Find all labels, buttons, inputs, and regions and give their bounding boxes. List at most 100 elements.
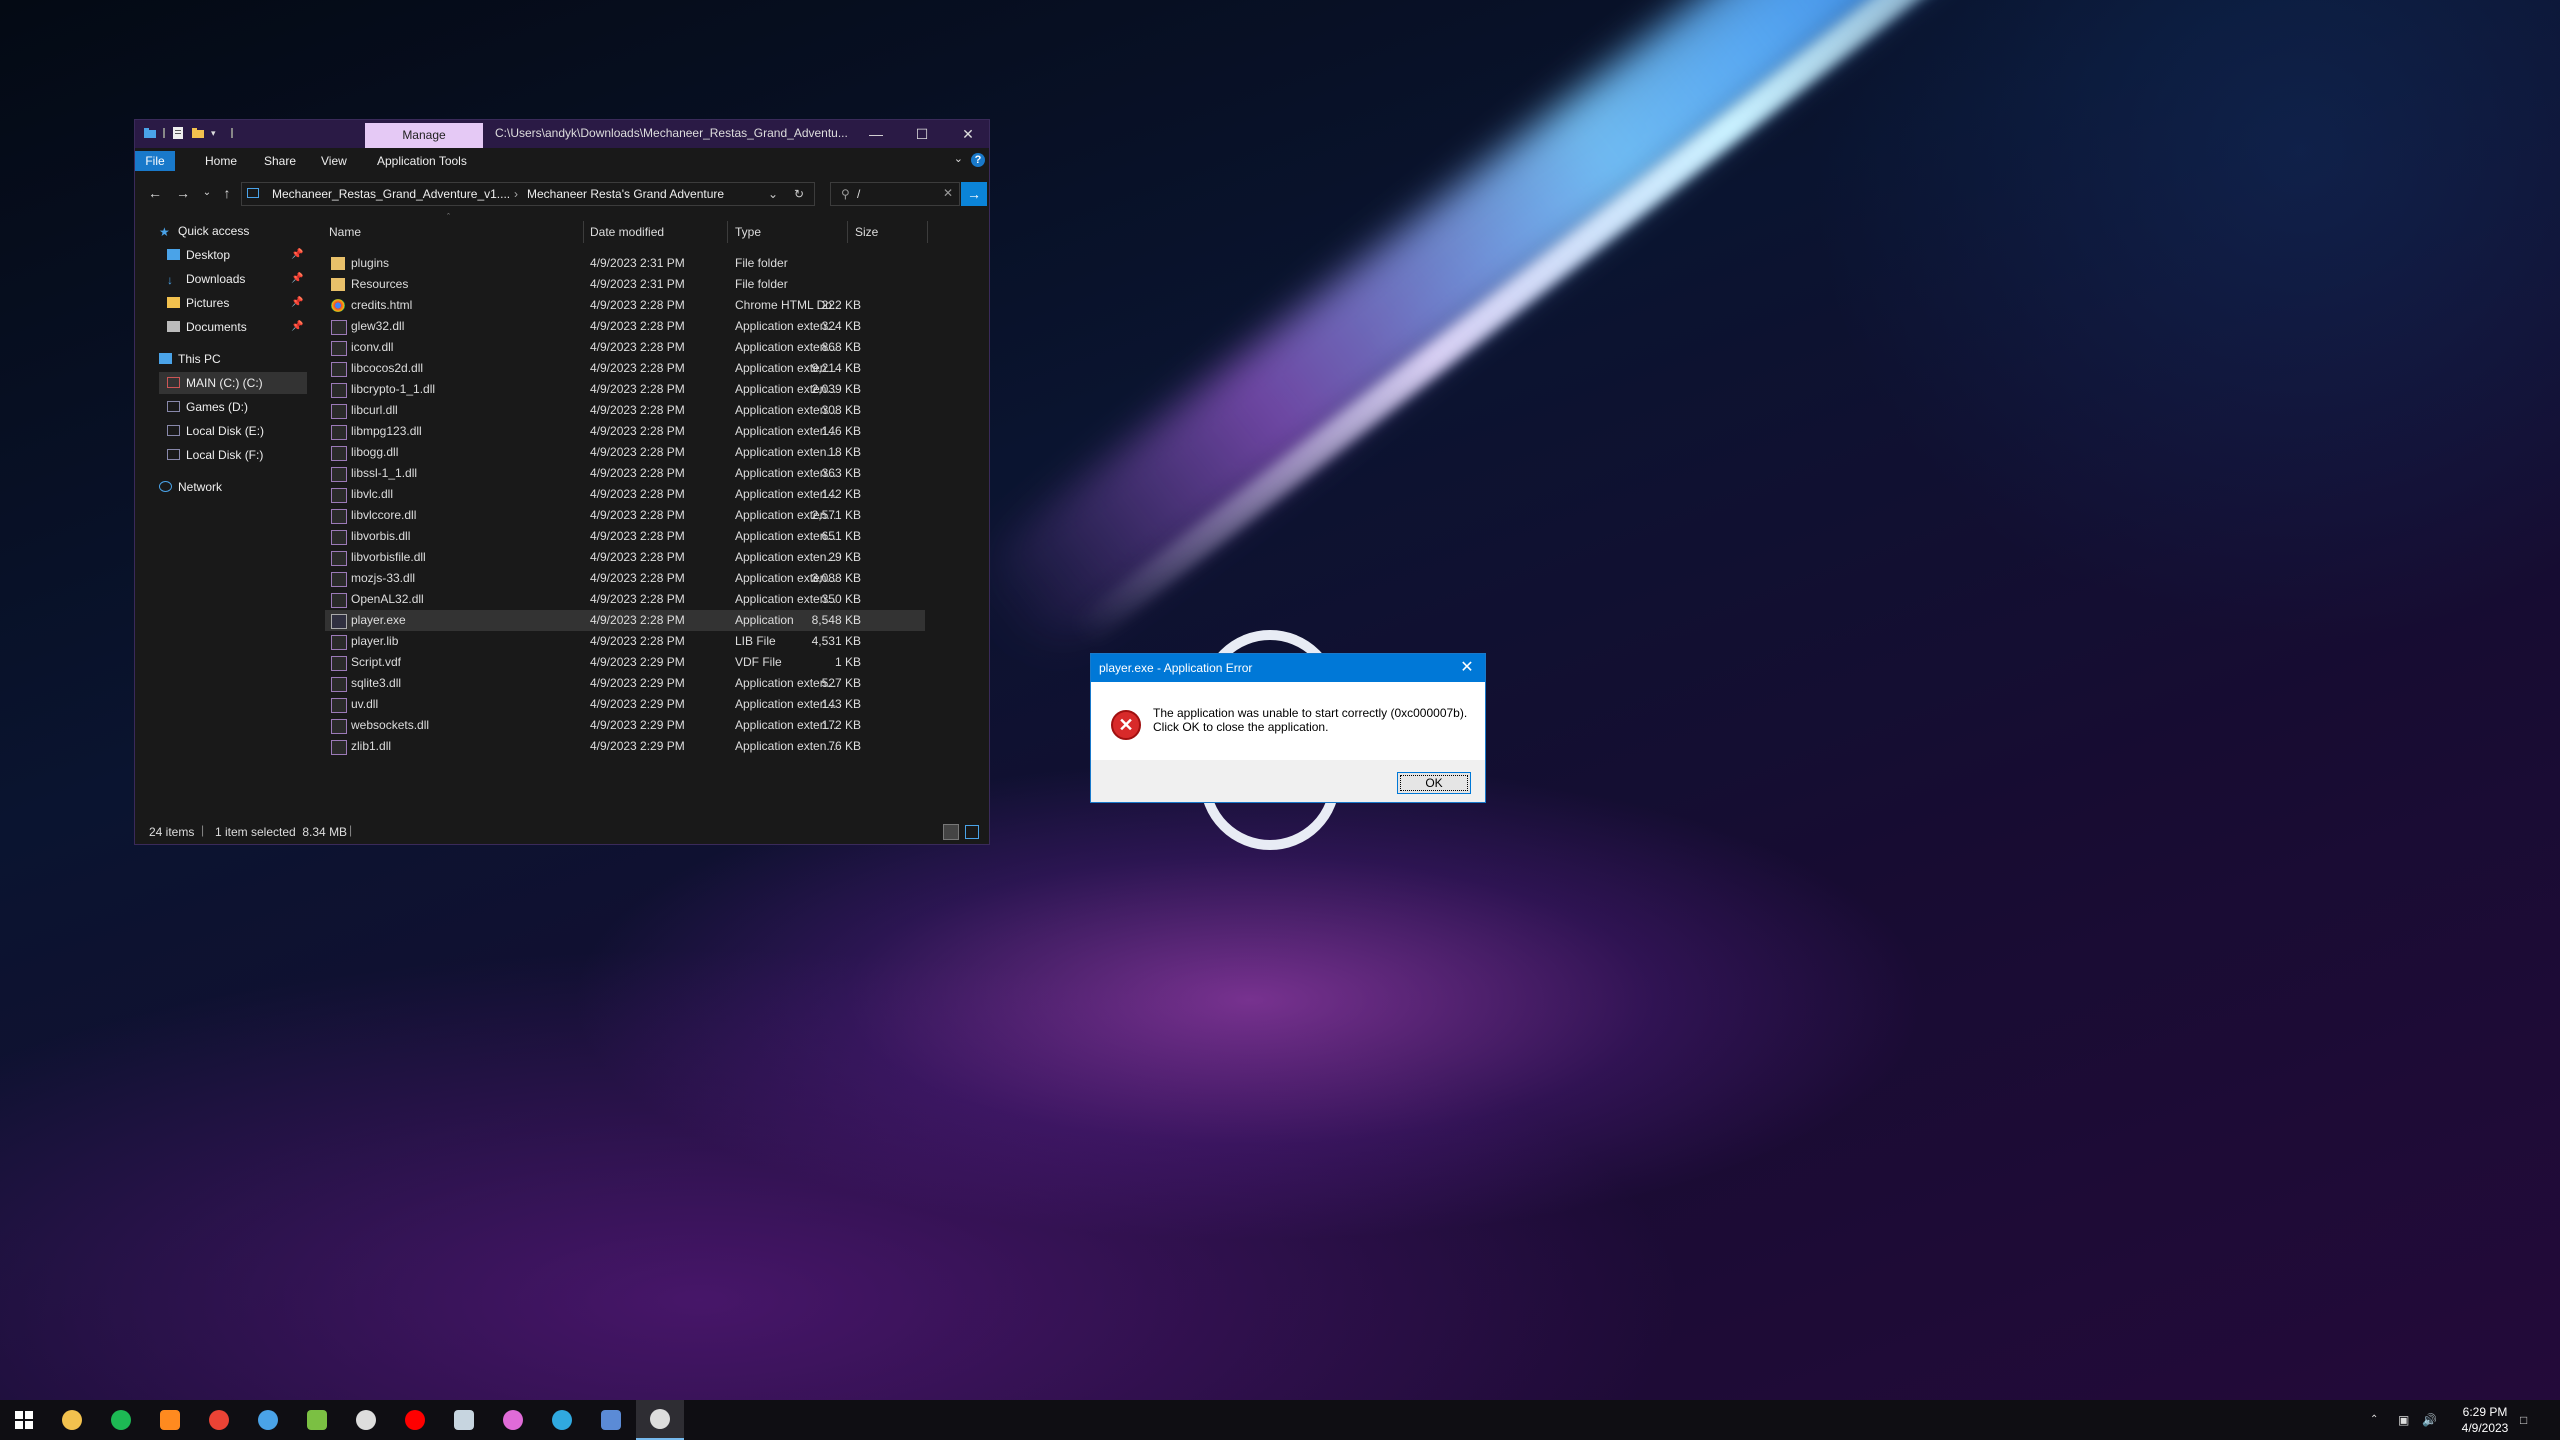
dll-icon bbox=[331, 425, 347, 440]
file-row[interactable]: libvlc.dll 4/9/2023 2:28 PM Application ex… bbox=[325, 484, 925, 505]
minimize-button[interactable]: — bbox=[853, 120, 899, 148]
maximize-button[interactable]: ☐ bbox=[899, 120, 945, 148]
spotify-icon[interactable] bbox=[97, 1400, 145, 1440]
nav-downloads[interactable]: ↓ Downloads 📌 bbox=[167, 268, 307, 290]
recent-locations-chevron-icon[interactable]: ⌄ bbox=[197, 184, 217, 202]
file-row[interactable]: Script.vdf 4/9/2023 2:29 PM VDF File 1 KB bbox=[325, 652, 925, 673]
show-hidden-icons-chevron-icon[interactable]: ⌃ bbox=[2370, 1400, 2378, 1440]
file-row[interactable]: Resources 4/9/2023 2:31 PM File folder bbox=[325, 274, 925, 295]
file-row[interactable]: libmpg123.dll 4/9/2023 2:28 PM Application… bbox=[325, 421, 925, 442]
tab-home[interactable]: Home bbox=[197, 151, 245, 171]
clear-search-icon[interactable]: ✕ bbox=[943, 186, 953, 200]
dll-icon bbox=[331, 572, 347, 587]
manage-tab[interactable]: Manage bbox=[365, 123, 483, 148]
forward-arrow-icon[interactable]: → bbox=[173, 184, 193, 202]
file-row[interactable]: plugins 4/9/2023 2:31 PM File folder bbox=[325, 253, 925, 274]
nav-drive-f[interactable]: Local Disk (F:) bbox=[167, 444, 263, 466]
file-row[interactable]: libcocos2d.dll 4/9/2023 2:28 PM Applicatio… bbox=[325, 358, 925, 379]
pen-app-icon[interactable] bbox=[489, 1400, 537, 1440]
tab-view[interactable]: View bbox=[313, 151, 355, 171]
file-explorer-icon[interactable] bbox=[48, 1400, 96, 1440]
chevron-down-icon[interactable]: ⌄ bbox=[954, 152, 963, 165]
breadcrumb-item[interactable]: Mechaneer Resta's Grand Adventure bbox=[527, 187, 724, 201]
refresh-icon[interactable]: ↻ bbox=[794, 187, 804, 201]
back-arrow-icon[interactable]: ← bbox=[145, 184, 165, 202]
file-row[interactable]: player.lib 4/9/2023 2:28 PM LIB File 4,531 … bbox=[325, 631, 925, 652]
network-tray-icon[interactable]: ▣ bbox=[2398, 1400, 2409, 1440]
youtube-icon[interactable] bbox=[391, 1400, 439, 1440]
file-row[interactable]: libogg.dll 4/9/2023 2:28 PM Application ex… bbox=[325, 442, 925, 463]
tab-share[interactable]: Share bbox=[256, 151, 304, 171]
file-row[interactable]: iconv.dll 4/9/2023 2:28 PM Application ext… bbox=[325, 337, 925, 358]
nav-drive-d[interactable]: Games (D:) bbox=[167, 396, 248, 418]
nav-quick-access[interactable]: ★ Quick access bbox=[159, 220, 249, 242]
nav-drive-c[interactable]: MAIN (C:) (C:) bbox=[159, 372, 307, 394]
file-row[interactable]: mozjs-33.dll 4/9/2023 2:28 PM Application … bbox=[325, 568, 925, 589]
file-date: 4/9/2023 2:29 PM bbox=[590, 739, 685, 753]
file-row[interactable]: libssl-1_1.dll 4/9/2023 2:28 PM Applicatio… bbox=[325, 463, 925, 484]
file-row[interactable]: zlib1.dll 4/9/2023 2:29 PM Application ext… bbox=[325, 736, 925, 757]
new-folder-icon[interactable] bbox=[191, 126, 205, 140]
address-bar[interactable]: Mechaneer_Restas_Grand_Adventure_v1.... … bbox=[241, 182, 815, 206]
column-divider[interactable] bbox=[583, 221, 584, 243]
column-header-name[interactable]: Name bbox=[329, 221, 361, 243]
android-app-icon[interactable] bbox=[293, 1400, 341, 1440]
tab-file[interactable]: File bbox=[135, 151, 175, 171]
folder-icon bbox=[247, 188, 259, 198]
file-row[interactable]: libcrypto-1_1.dll 4/9/2023 2:28 PM Applica… bbox=[325, 379, 925, 400]
file-row[interactable]: credits.html 4/9/2023 2:28 PM Chrome HTML … bbox=[325, 295, 925, 316]
column-header-type[interactable]: Type bbox=[735, 221, 761, 243]
properties-icon[interactable] bbox=[171, 126, 185, 140]
terminal-app-icon[interactable] bbox=[636, 1400, 684, 1440]
tab-application-tools[interactable]: Application Tools bbox=[369, 151, 475, 171]
file-row[interactable]: glew32.dll 4/9/2023 2:28 PM Application ex… bbox=[325, 316, 925, 337]
file-row[interactable]: OpenAL32.dll 4/9/2023 2:28 PM Application … bbox=[325, 589, 925, 610]
file-row[interactable]: libvorbis.dll 4/9/2023 2:28 PM Application… bbox=[325, 526, 925, 547]
dll-icon bbox=[331, 740, 347, 755]
chrome-icon[interactable] bbox=[195, 1400, 243, 1440]
github-desktop-icon[interactable] bbox=[342, 1400, 390, 1440]
column-divider[interactable] bbox=[727, 221, 728, 243]
file-row[interactable]: websockets.dll 4/9/2023 2:29 PM Applicatio… bbox=[325, 715, 925, 736]
folder-icon[interactable] bbox=[143, 126, 157, 140]
large-icons-view-icon[interactable] bbox=[965, 825, 979, 839]
close-button[interactable]: ✕ bbox=[945, 120, 991, 148]
search-go-button[interactable]: → bbox=[961, 182, 987, 206]
kodi-icon[interactable] bbox=[538, 1400, 586, 1440]
nav-drive-e[interactable]: Local Disk (E:) bbox=[167, 420, 264, 442]
dll-icon bbox=[331, 719, 347, 734]
volume-icon[interactable]: 🔊 bbox=[2422, 1400, 2437, 1440]
search-input[interactable]: ⚲ / ✕ bbox=[830, 182, 960, 206]
nav-documents[interactable]: Documents 📌 bbox=[167, 316, 307, 338]
windows-start-icon[interactable] bbox=[0, 1400, 48, 1440]
column-header-date[interactable]: Date modified bbox=[590, 221, 664, 243]
column-header-size[interactable]: Size bbox=[855, 221, 878, 243]
file-row[interactable]: player.exe 4/9/2023 2:28 PM Application 8,5… bbox=[325, 610, 925, 631]
steam-icon[interactable] bbox=[440, 1400, 488, 1440]
column-divider[interactable] bbox=[847, 221, 848, 243]
shield-app-icon[interactable] bbox=[587, 1400, 635, 1440]
details-view-icon[interactable] bbox=[943, 824, 959, 840]
notification-icon[interactable]: □ bbox=[2520, 1400, 2527, 1440]
chevron-down-icon[interactable]: ⌄ bbox=[768, 187, 778, 201]
breadcrumb-item[interactable]: Mechaneer_Restas_Grand_Adventure_v1.... bbox=[272, 187, 510, 201]
nav-desktop[interactable]: Desktop 📌 bbox=[167, 244, 307, 266]
browser-icon[interactable] bbox=[244, 1400, 292, 1440]
column-divider[interactable] bbox=[927, 221, 928, 243]
nav-pictures[interactable]: Pictures 📌 bbox=[167, 292, 307, 314]
file-row[interactable]: libcurl.dll 4/9/2023 2:28 PM Application e… bbox=[325, 400, 925, 421]
file-row[interactable]: uv.dll 4/9/2023 2:29 PM Application exten.… bbox=[325, 694, 925, 715]
nav-network[interactable]: Network bbox=[159, 476, 222, 498]
flame-app-icon[interactable] bbox=[146, 1400, 194, 1440]
file-row[interactable]: libvlccore.dll 4/9/2023 2:28 PM Applicatio… bbox=[325, 505, 925, 526]
up-arrow-icon[interactable]: ↑ bbox=[217, 184, 237, 202]
quick-access-toolbar: ▾ bbox=[143, 126, 233, 140]
chevron-down-icon[interactable]: ▾ bbox=[211, 126, 225, 140]
ok-button[interactable]: OK bbox=[1397, 772, 1471, 794]
file-row[interactable]: sqlite3.dll 4/9/2023 2:29 PM Application e… bbox=[325, 673, 925, 694]
nav-this-pc[interactable]: This PC bbox=[159, 348, 221, 370]
clock[interactable]: 6:29 PM 4/9/2023 bbox=[2440, 1404, 2530, 1436]
dialog-close-button[interactable]: ✕ bbox=[1455, 656, 1479, 680]
file-row[interactable]: libvorbisfile.dll 4/9/2023 2:28 PM Applica… bbox=[325, 547, 925, 568]
help-icon[interactable]: ? bbox=[971, 153, 985, 167]
